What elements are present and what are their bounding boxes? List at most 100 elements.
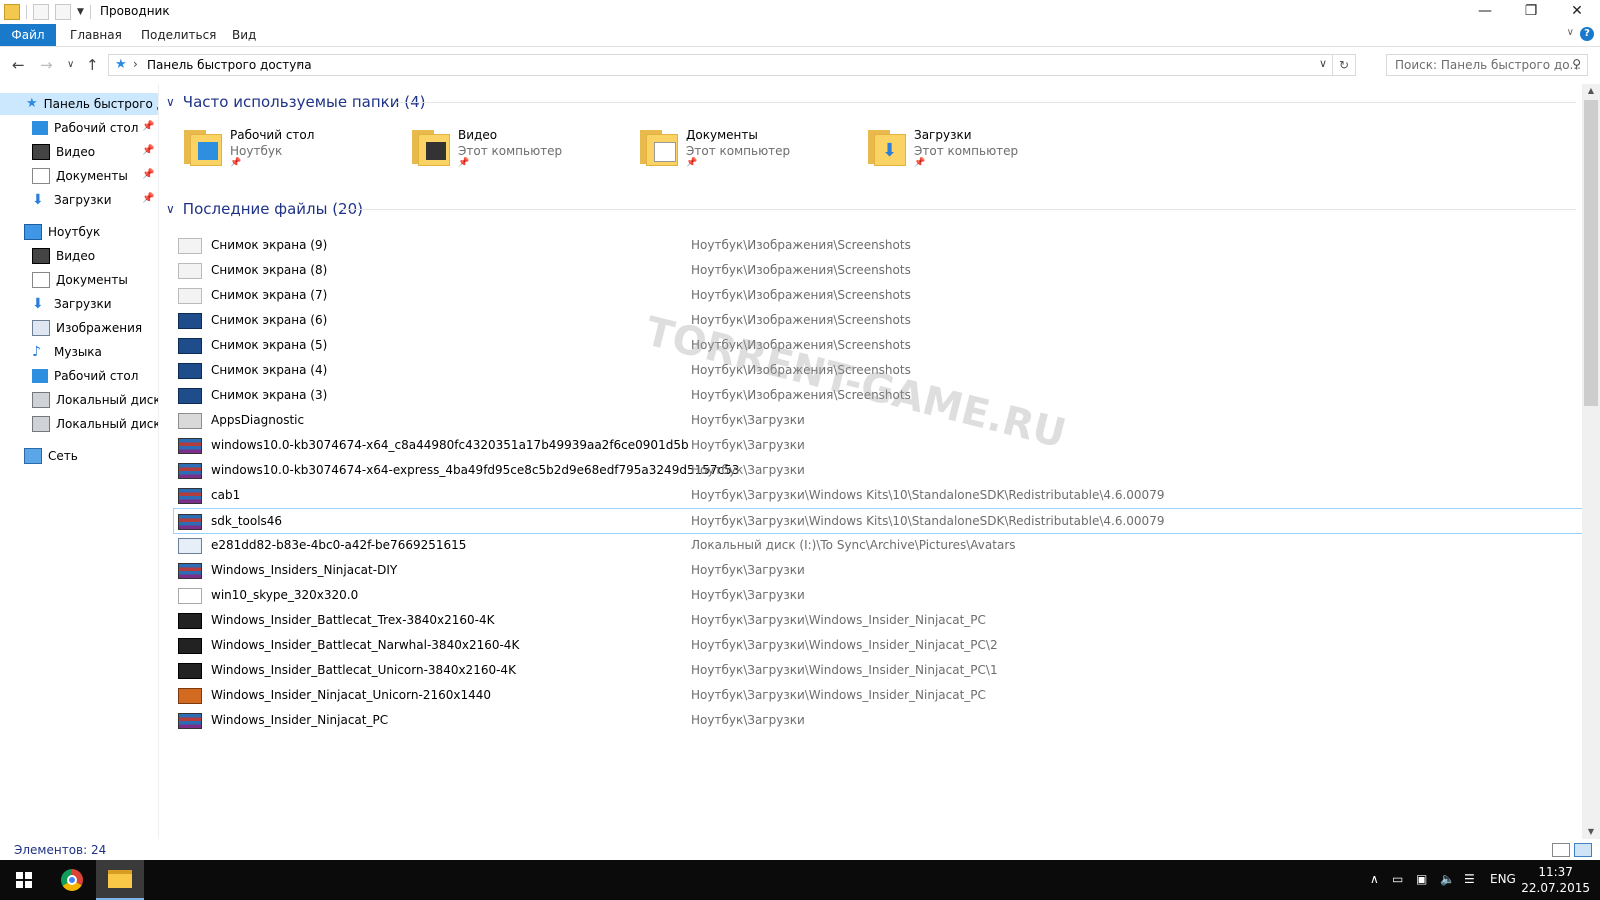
pin-icon[interactable]: 📌: [142, 193, 154, 204]
file-row[interactable]: sdk_tools46 Ноутбук\Загрузки\Windows Kits…: [173, 508, 1583, 534]
volume-icon[interactable]: 🔈: [1440, 872, 1455, 886]
help-icon[interactable]: ?: [1580, 27, 1594, 41]
sidebar-item-drive-i[interactable]: Локальный диск (I:: [32, 413, 158, 435]
sidebar-item-pc-downloads[interactable]: ⬇ Загрузки: [32, 293, 112, 315]
address-path[interactable]: Панель быстрого доступа: [147, 58, 312, 72]
file-row[interactable]: Снимок экрана (3) Ноутбук\Изображения\Scr…: [174, 383, 1582, 407]
folder-name: Рабочий стол: [230, 128, 315, 142]
file-row[interactable]: AppsDiagnostic Ноутбук\Загрузки: [174, 408, 1582, 432]
separator: [26, 5, 27, 19]
forward-arrow-icon[interactable]: →: [40, 56, 53, 74]
address-dropdown-icon[interactable]: ∨: [1319, 57, 1327, 70]
new-folder-icon[interactable]: [55, 4, 71, 20]
file-row[interactable]: Снимок экрана (4) Ноутбук\Изображения\Scr…: [174, 358, 1582, 382]
sidebar-item-documents[interactable]: Документы: [32, 165, 128, 187]
scroll-down-icon[interactable]: ▼: [1582, 825, 1600, 839]
maximize-button[interactable]: ❐: [1508, 0, 1554, 22]
large-icons-view-icon[interactable]: [1574, 843, 1592, 857]
scroll-thumb[interactable]: [1584, 100, 1598, 406]
scroll-up-icon[interactable]: ▲: [1582, 84, 1600, 98]
collapse-chevron-icon[interactable]: ∨: [166, 202, 175, 216]
sidebar-item-downloads[interactable]: ⬇ Загрузки: [32, 189, 112, 211]
back-arrow-icon[interactable]: ←: [12, 56, 25, 74]
sidebar-item-pc-pictures[interactable]: Изображения: [32, 317, 142, 339]
tab-file[interactable]: Файл: [0, 24, 56, 46]
breadcrumb-chevron-icon[interactable]: ›: [297, 57, 302, 71]
sidebar-item-pc-documents[interactable]: Документы: [32, 269, 128, 291]
action-center-icon[interactable]: ☰: [1464, 872, 1475, 886]
file-row[interactable]: Снимок экрана (5) Ноутбук\Изображения\Scr…: [174, 333, 1582, 357]
sidebar-item-laptop[interactable]: Ноутбук: [24, 221, 100, 243]
file-row[interactable]: windows10.0-kb3074674-x64_c8a44980fc4320…: [174, 433, 1582, 457]
folder-tile-video[interactable]: Видео Этот компьютер 📌: [408, 124, 628, 174]
file-path: Ноутбук\Изображения\Screenshots: [691, 238, 911, 252]
folder-tile-documents[interactable]: Документы Этот компьютер 📌: [636, 124, 856, 174]
tab-view[interactable]: Вид: [232, 24, 256, 46]
expand-ribbon-icon[interactable]: ∨: [1567, 27, 1574, 38]
file-row[interactable]: Windows_Insider_Battlecat_Narwhal-3840x2…: [174, 633, 1582, 657]
tab-home[interactable]: Главная: [70, 24, 122, 46]
search-icon: ⚲: [1572, 57, 1581, 71]
sidebar-item-pc-desktop[interactable]: Рабочий стол: [32, 365, 138, 387]
customize-qat-dropdown-icon[interactable]: ▼: [77, 7, 84, 17]
file-row[interactable]: Windows_Insider_Battlecat_Unicorn-3840x2…: [174, 658, 1582, 682]
file-row[interactable]: Windows_Insider_Battlecat_Trex-3840x2160…: [174, 608, 1582, 632]
file-row[interactable]: Снимок экрана (8) Ноутбук\Изображения\Scr…: [174, 258, 1582, 282]
minimize-button[interactable]: —: [1462, 0, 1508, 22]
tab-share[interactable]: Поделиться: [141, 24, 216, 46]
sidebar-item-pc-music[interactable]: ♪ Музыка: [32, 341, 102, 363]
file-row[interactable]: e281dd82-b83e-4bc0-a42f-be7669251615 Лока…: [174, 533, 1582, 557]
properties-icon[interactable]: [33, 4, 49, 20]
collapse-chevron-icon[interactable]: ∨: [166, 95, 175, 109]
file-row[interactable]: cab1 Ноутбук\Загрузки\Windows Kits\10\Sta…: [174, 483, 1582, 507]
sidebar-item-video[interactable]: Видео: [32, 141, 95, 163]
file-path: Ноутбук\Загрузки: [691, 463, 805, 477]
sidebar-item-quick-access[interactable]: ★ Панель быстрого до: [0, 93, 158, 115]
file-row[interactable]: Снимок экрана (6) Ноутбук\Изображения\Scr…: [174, 308, 1582, 332]
file-path: Ноутбук\Загрузки\Windows Kits\10\Standal…: [691, 514, 1165, 528]
file-row[interactable]: Windows_Insider_Ninjacat_Unicorn-2160x14…: [174, 683, 1582, 707]
file-type-icon: [178, 663, 202, 679]
pin-icon[interactable]: 📌: [142, 145, 154, 156]
file-type-icon: [178, 313, 202, 329]
search-input[interactable]: Поиск: Панель быстрого до...: [1395, 58, 1581, 72]
taskbar-chrome[interactable]: [48, 860, 96, 900]
sidebar-item-network[interactable]: Сеть: [24, 445, 78, 467]
start-button[interactable]: [0, 860, 48, 900]
file-row[interactable]: Windows_Insider_Ninjacat_PC Ноутбук\Загру…: [174, 708, 1582, 732]
pane-divider[interactable]: [158, 84, 159, 839]
up-arrow-icon[interactable]: ↑: [86, 56, 99, 74]
recent-locations-icon[interactable]: ∨: [67, 59, 74, 70]
vertical-scrollbar[interactable]: ▲ ▼: [1582, 84, 1600, 839]
frequent-folders-header[interactable]: ∨ Часто используемые папки (4): [166, 92, 1576, 112]
pin-icon[interactable]: 📌: [142, 169, 154, 180]
breadcrumb-chevron-icon[interactable]: ›: [133, 57, 138, 71]
recent-files-header[interactable]: ∨ Последние файлы (20): [166, 199, 1576, 219]
address-bar[interactable]: ★ › Панель быстрого доступа › ∨ ↻: [108, 54, 1356, 76]
file-row[interactable]: Windows_Insiders_Ninjacat-DIY Ноутбук\Заг…: [174, 558, 1582, 582]
file-name: cab1: [211, 488, 241, 502]
file-row[interactable]: windows10.0-kb3074674-x64-express_4ba49f…: [174, 458, 1582, 482]
folder-tile-downloads[interactable]: ⬇ Загрузки Этот компьютер 📌: [864, 124, 1084, 174]
close-button[interactable]: ✕: [1554, 0, 1600, 22]
input-language[interactable]: ENG: [1490, 872, 1516, 886]
network-icon[interactable]: ▣: [1416, 872, 1427, 886]
details-view-icon[interactable]: [1552, 843, 1570, 857]
battery-icon[interactable]: ▭: [1392, 872, 1403, 886]
sidebar-item-drive-c[interactable]: Локальный диск (С: [32, 389, 158, 411]
taskbar-explorer[interactable]: [96, 860, 144, 900]
file-row[interactable]: Снимок экрана (7) Ноутбук\Изображения\Scr…: [174, 283, 1582, 307]
pin-icon[interactable]: 📌: [142, 121, 154, 132]
file-type-icon: [178, 363, 202, 379]
file-row[interactable]: Снимок экрана (9) Ноутбук\Изображения\Scr…: [174, 233, 1582, 257]
sidebar-item-desktop[interactable]: Рабочий стол: [32, 117, 138, 139]
file-row[interactable]: win10_skype_320x320.0 Ноутбук\Загрузки: [174, 583, 1582, 607]
clock[interactable]: 11:37 22.07.2015: [1521, 864, 1590, 896]
show-hidden-icons-icon[interactable]: ∧: [1370, 872, 1379, 886]
music-note-icon: ♪: [32, 344, 41, 360]
search-box[interactable]: Поиск: Панель быстрого до... ⚲: [1386, 54, 1588, 76]
refresh-icon[interactable]: ↻: [1332, 55, 1355, 75]
file-path: Ноутбук\Изображения\Screenshots: [691, 288, 911, 302]
sidebar-item-pc-video[interactable]: Видео: [32, 245, 95, 267]
folder-tile-desktop[interactable]: Рабочий стол Ноутбук 📌: [180, 124, 400, 174]
